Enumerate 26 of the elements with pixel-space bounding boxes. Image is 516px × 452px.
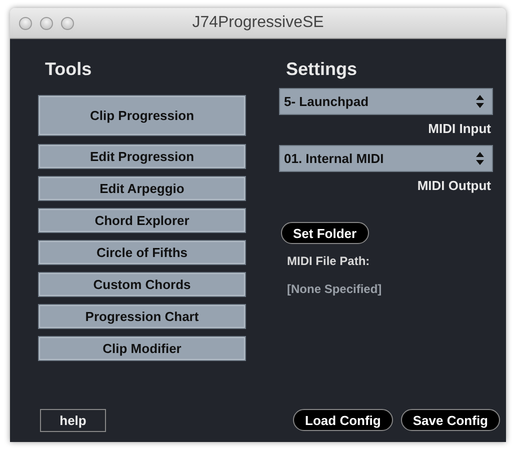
file-path-value: [None Specified] [287,282,382,296]
tool-button[interactable]: Edit Arpeggio [38,176,246,201]
window-control-button[interactable] [61,16,74,30]
tool-button[interactable]: Progression Chart [38,304,246,329]
midi-input-dropdown[interactable]: 5- Launchpad [279,88,493,115]
field-label: MIDI Input [428,121,491,136]
midi-output-dropdown[interactable]: 01. Internal MIDI [279,145,493,172]
stepper-arrows-icon [476,152,484,165]
tool-button[interactable]: Circle of Fifths [38,240,246,265]
tool-button[interactable]: Chord Explorer [38,208,246,233]
file-path-label: MIDI File Path: [287,254,370,268]
window-title: J74ProgressiveSE [192,14,324,32]
stepper-arrows-icon [476,95,484,108]
section-heading: Tools [45,59,92,80]
tool-button[interactable]: Custom Chords [38,272,246,297]
load-config-button[interactable]: Load Config [293,409,393,431]
tool-button[interactable]: Clip Progression [38,95,246,136]
help-button[interactable]: help [40,408,106,432]
field-label: MIDI Output [417,178,491,193]
tool-button[interactable]: Clip Modifier [38,336,246,361]
window-control-button[interactable] [40,16,53,30]
tool-button[interactable]: Edit Progression [38,144,246,169]
save-config-button[interactable]: Save Config [400,409,500,431]
set-folder-button[interactable]: Set Folder [281,222,369,244]
window-control-button[interactable] [19,16,32,30]
section-heading: Settings [286,59,358,80]
